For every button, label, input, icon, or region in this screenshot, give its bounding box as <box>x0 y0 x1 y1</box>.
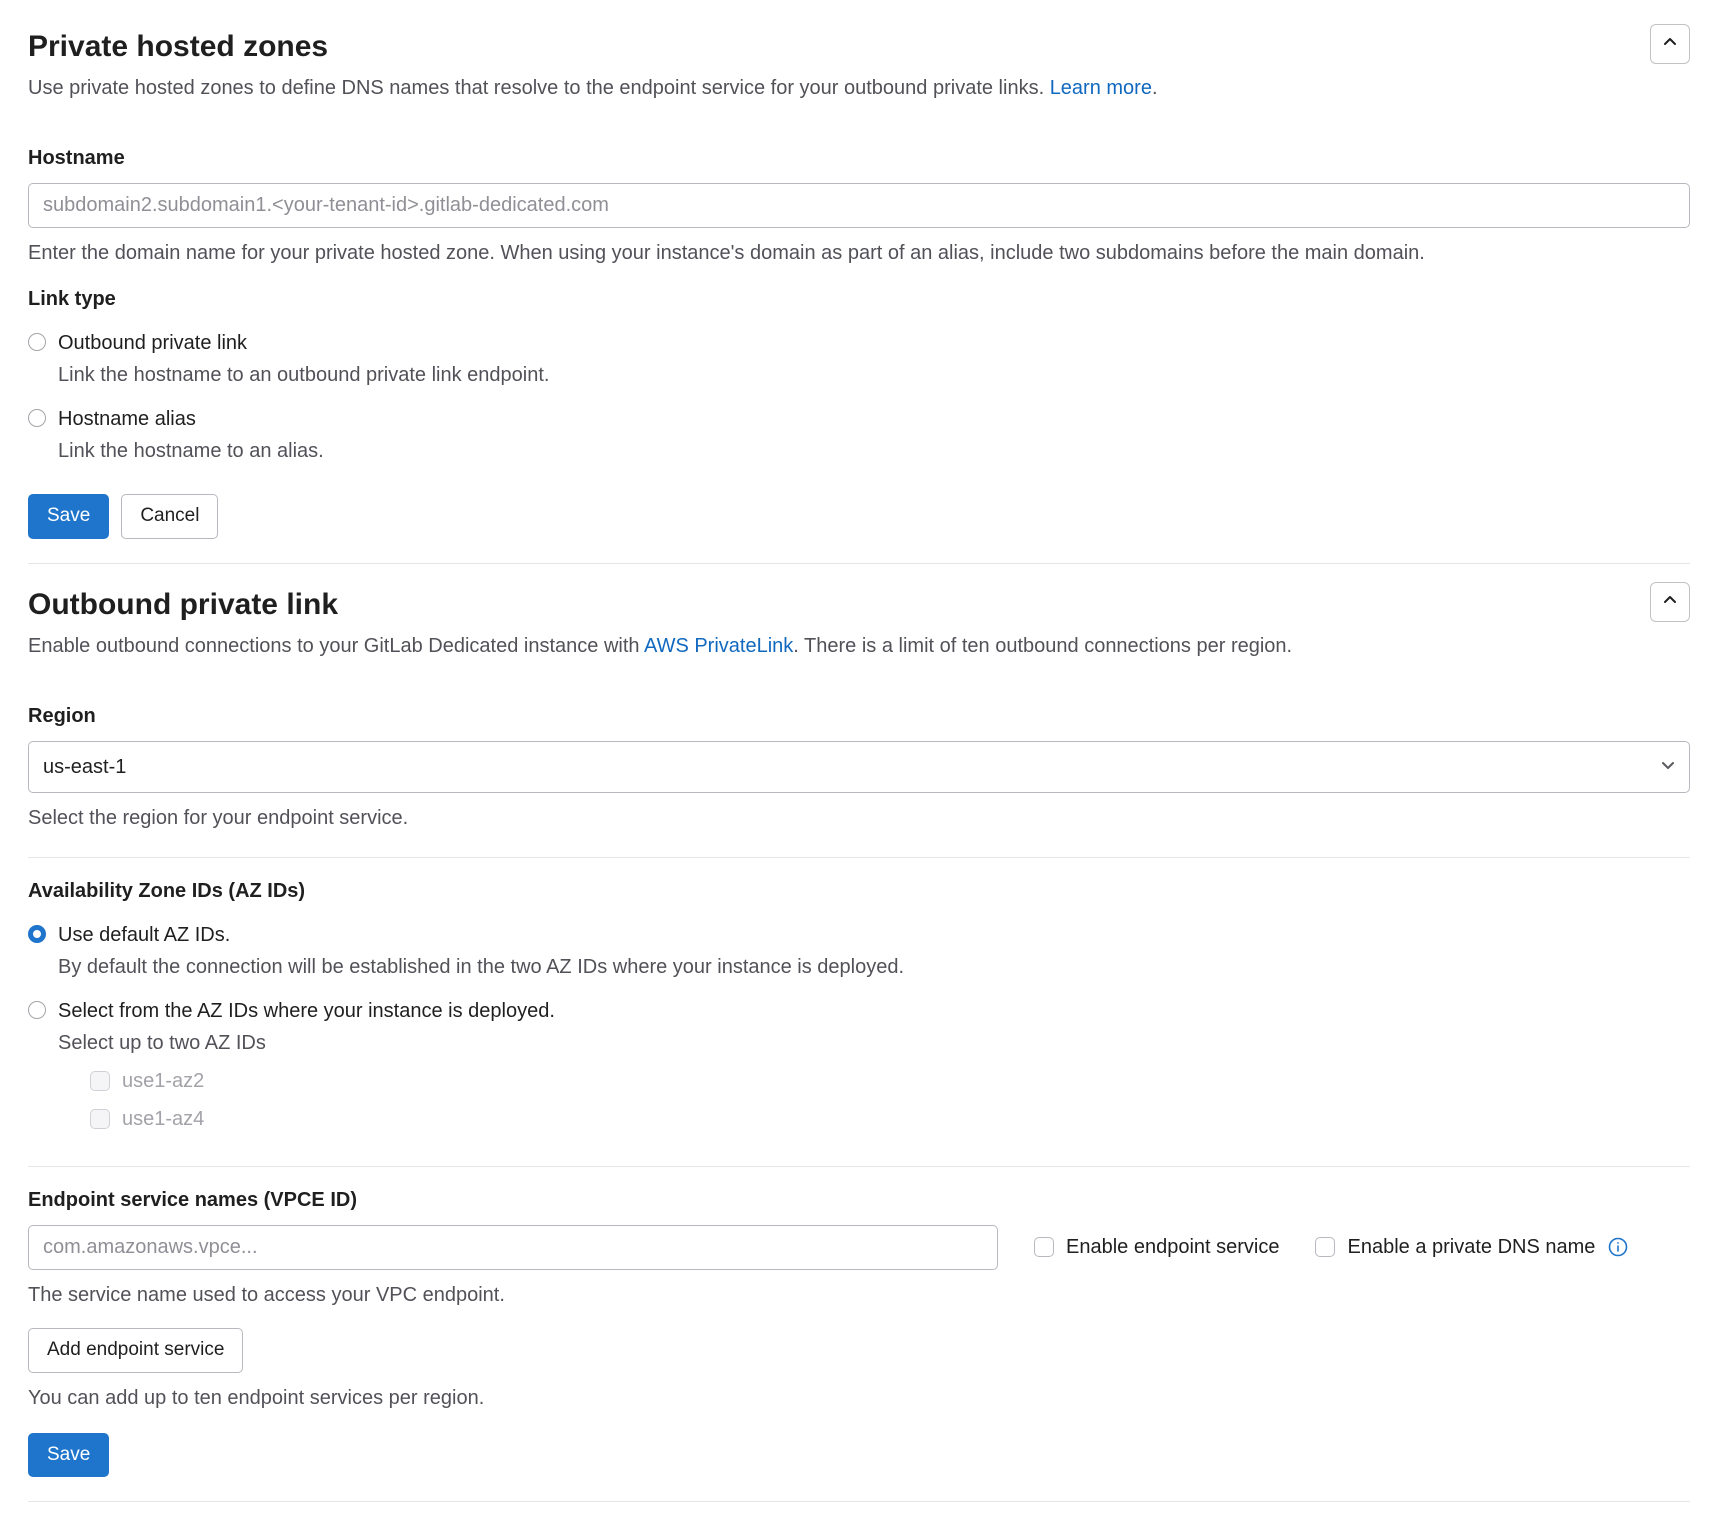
enable-dns-label: Enable a private DNS name <box>1347 1232 1595 1262</box>
outbound-private-link-section: Outbound private link Enable outbound co… <box>28 582 1690 1503</box>
private-hosted-zones-section: Private hosted zones Use private hosted … <box>28 24 1690 539</box>
az-option-sublabel: By default the connection will be establ… <box>58 952 1690 982</box>
opl-desc-post: . There is a limit of ten outbound conne… <box>793 635 1292 657</box>
link-type-option-label: Hostname alias <box>58 404 1690 434</box>
az-option-sublabel: Select up to two AZ IDs <box>58 1028 1690 1058</box>
add-endpoint-button[interactable]: Add endpoint service <box>28 1328 243 1373</box>
link-type-label: Link type <box>28 284 1690 314</box>
phz-desc-text: Use private hosted zones to define DNS n… <box>28 77 1050 99</box>
region-help: Select the region for your endpoint serv… <box>28 803 1690 833</box>
subsection-divider <box>28 1166 1690 1167</box>
subsection-divider <box>28 857 1690 858</box>
region-label: Region <box>28 701 1690 731</box>
link-type-option-sublabel: Link the hostname to an outbound private… <box>58 360 1690 390</box>
phz-title: Private hosted zones <box>28 24 1638 69</box>
az-option-label: Select from the AZ IDs where your instan… <box>58 996 1690 1026</box>
endpoint-service-input[interactable] <box>28 1225 998 1270</box>
cancel-button[interactable]: Cancel <box>121 494 218 539</box>
add-endpoint-help: You can add up to ten endpoint services … <box>28 1383 1690 1413</box>
hostname-label: Hostname <box>28 143 1690 173</box>
opl-desc-pre: Enable outbound connections to your GitL… <box>28 635 644 657</box>
save-button[interactable]: Save <box>28 494 109 539</box>
region-select[interactable]: us-east-1 <box>28 741 1690 793</box>
az-radio-select[interactable] <box>28 1001 46 1019</box>
hostname-help: Enter the domain name for your private h… <box>28 238 1690 268</box>
chevron-up-icon <box>1662 29 1678 59</box>
az-option-label: Use default AZ IDs. <box>58 920 1690 950</box>
opl-title: Outbound private link <box>28 582 1638 627</box>
az-id-label: use1-az4 <box>122 1104 204 1134</box>
endpoint-label: Endpoint service names (VPCE ID) <box>28 1185 1690 1215</box>
az-radio-default[interactable] <box>28 925 46 943</box>
opl-description: Enable outbound connections to your GitL… <box>28 631 1638 661</box>
enable-endpoint-label: Enable endpoint service <box>1066 1232 1279 1262</box>
phz-description: Use private hosted zones to define DNS n… <box>28 73 1638 103</box>
section-divider <box>28 563 1690 564</box>
endpoint-help: The service name used to access your VPC… <box>28 1280 1690 1310</box>
collapse-button[interactable] <box>1650 582 1690 622</box>
learn-more-link[interactable]: Learn more <box>1050 77 1152 99</box>
info-icon[interactable] <box>1607 1236 1629 1258</box>
enable-endpoint-checkbox[interactable] <box>1034 1237 1054 1257</box>
az-checkbox-use1-az4 <box>90 1109 110 1129</box>
link-type-radio-alias[interactable] <box>28 409 46 427</box>
enable-dns-checkbox[interactable] <box>1315 1237 1335 1257</box>
az-id-label: use1-az2 <box>122 1066 204 1096</box>
link-type-option-sublabel: Link the hostname to an alias. <box>58 436 1690 466</box>
link-type-option-label: Outbound private link <box>58 328 1690 358</box>
aws-privatelink-link[interactable]: AWS PrivateLink <box>644 635 793 657</box>
link-type-radio-outbound[interactable] <box>28 333 46 351</box>
phz-desc-post: . <box>1152 77 1158 99</box>
save-button[interactable]: Save <box>28 1433 109 1478</box>
chevron-up-icon <box>1662 587 1678 617</box>
az-checkbox-use1-az2 <box>90 1071 110 1091</box>
az-label: Availability Zone IDs (AZ IDs) <box>28 876 1690 906</box>
collapse-button[interactable] <box>1650 24 1690 64</box>
hostname-input[interactable] <box>28 183 1690 228</box>
